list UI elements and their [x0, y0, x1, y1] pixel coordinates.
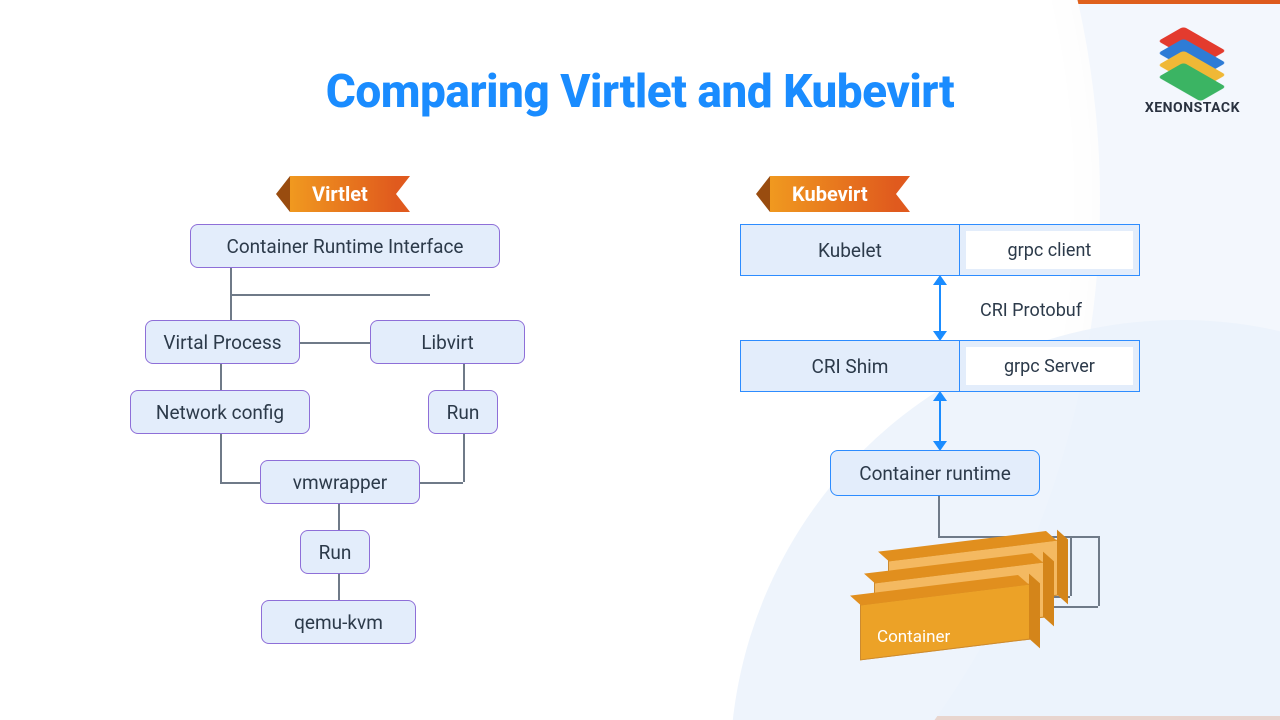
ribbon-kubevirt: Kubevirt	[770, 176, 896, 212]
container-stack: Container	[860, 550, 1060, 660]
connector	[230, 294, 430, 296]
box-qemu-kvm: qemu-kvm	[261, 600, 416, 644]
box-crt-label: Container runtime	[859, 462, 1011, 485]
box-crishim-row: CRI Shim grpc Server	[740, 340, 1140, 392]
cell-grpc-server: grpc Server	[960, 341, 1139, 391]
connector	[220, 364, 222, 390]
box-cri: Container Runtime Interface	[190, 224, 500, 268]
cell-grpc-client: grpc client	[960, 225, 1139, 275]
box-virtal-process: Virtal Process	[145, 320, 300, 364]
box-network-config: Network config	[130, 390, 310, 434]
box-vmw-label: vmwrapper	[293, 471, 387, 494]
cell-cri-shim-label: CRI Shim	[811, 355, 888, 378]
connector	[463, 434, 465, 482]
label-cri-protobuf: CRI Protobuf	[980, 300, 1082, 321]
cell-grpc-client-label: grpc client	[1008, 240, 1092, 261]
box-kubelet-row: Kubelet grpc client	[740, 224, 1140, 276]
brand-stack-icon	[1157, 34, 1227, 94]
ribbon-virtlet-label: Virtlet	[312, 182, 368, 206]
box-cri-label: Container Runtime Interface	[226, 235, 463, 258]
cell-cri-shim: CRI Shim	[741, 341, 960, 391]
ribbon-kubevirt-label: Kubevirt	[792, 182, 868, 206]
connector	[300, 342, 370, 344]
connector	[338, 504, 340, 530]
connector	[420, 482, 463, 484]
box-container-runtime: Container runtime	[830, 450, 1040, 496]
double-arrow-2	[939, 400, 941, 442]
double-arrow-1	[939, 284, 941, 332]
container-slab-1: Container	[860, 584, 1030, 661]
page-title: Comparing Virtlet and Kubevirt	[0, 65, 1280, 119]
box-netc-label: Network config	[156, 401, 284, 424]
cell-kubelet: Kubelet	[741, 225, 960, 275]
brand-logo: XENONSTACK	[1145, 34, 1240, 116]
cell-grpc-server-label: grpc Server	[1004, 356, 1095, 377]
cell-kubelet-label: Kubelet	[818, 239, 882, 262]
diagram-canvas: Virtlet Kubevirt Container Runtime Inter…	[0, 150, 1280, 710]
box-run1-label: Run	[447, 401, 480, 424]
box-vp-label: Virtal Process	[163, 331, 281, 354]
box-run-2: Run	[300, 530, 370, 574]
connector	[220, 434, 222, 482]
container-label: Container	[877, 627, 950, 647]
connector	[463, 364, 465, 390]
box-vmwrapper: vmwrapper	[260, 460, 420, 504]
box-run2-label: Run	[319, 541, 352, 564]
box-run-1: Run	[428, 390, 498, 434]
ribbon-virtlet: Virtlet	[290, 176, 396, 212]
box-qemu-label: qemu-kvm	[294, 611, 383, 634]
connector	[220, 482, 260, 484]
connector	[338, 574, 340, 600]
brand-name: XENONSTACK	[1145, 100, 1240, 116]
box-libvirt-label: Libvirt	[421, 331, 473, 354]
box-libvirt: Libvirt	[370, 320, 525, 364]
